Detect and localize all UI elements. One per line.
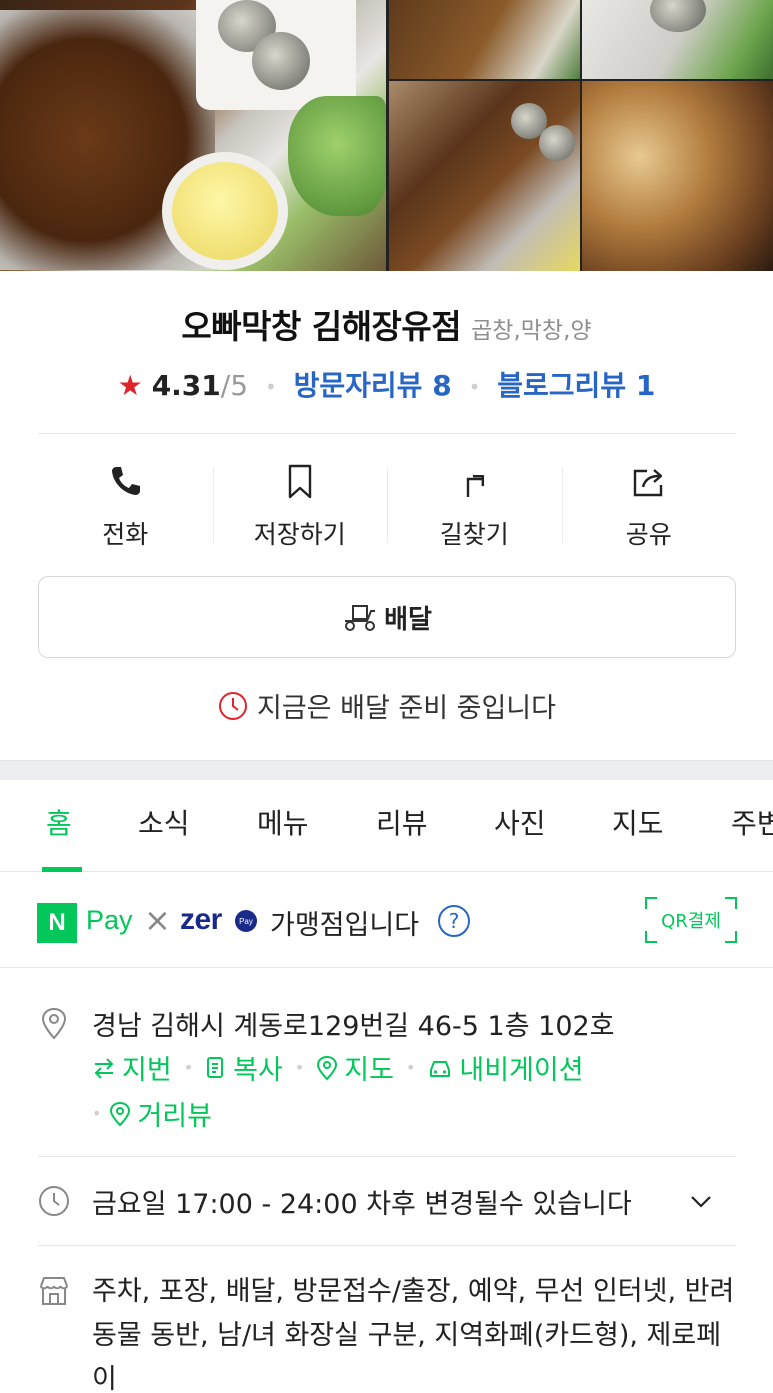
delivery-scooter-icon [345, 605, 376, 631]
help-icon[interactable]: ? [438, 905, 470, 937]
photo-riceball [539, 125, 575, 161]
copy-label: 복사 [233, 1055, 283, 1086]
jibun-label: 지번 [122, 1055, 172, 1086]
delivery-label: 배달 [384, 604, 432, 635]
car-icon [430, 1060, 451, 1077]
phone-icon [112, 467, 141, 495]
photo-riceball [252, 32, 310, 90]
address-links: 지번 • 복사 • 지도 • 내비게이션 [92, 1048, 584, 1087]
separator-dot: • [468, 375, 481, 399]
tab-menu[interactable]: 메뉴 [257, 802, 309, 842]
navigation-link[interactable]: 내비게이션 [427, 1048, 584, 1087]
address-links-row2: • 거리뷰 [92, 1094, 212, 1133]
rating-row: ★ 4.31/5 • 방문자리뷰 8 • 블로그리뷰 1 [0, 364, 773, 404]
tab-news[interactable]: 소식 [138, 802, 190, 842]
delivery-status-text: 지금은 배달 준비 중입니다 [257, 693, 556, 724]
bookmark-icon [288, 464, 311, 499]
qr-corner [645, 897, 657, 909]
streetview-link[interactable]: 거리뷰 [109, 1094, 212, 1133]
zeropay-logo: zer [180, 903, 222, 936]
store-icon [40, 1277, 68, 1305]
directions-button[interactable]: 길찾기 [387, 455, 562, 555]
npay-row: N Pay × zer Pay 가맹점입니다 ? QR결제 [0, 873, 773, 968]
separator-dot: • [294, 1058, 305, 1077]
delivery-button[interactable]: 배달 [38, 576, 736, 658]
divider [38, 433, 736, 434]
qr-corner [725, 897, 737, 909]
business-hours-text[interactable]: 금요일 17:00 - 24:00 차후 변경될수 있습니다 [92, 1182, 632, 1221]
active-tab-indicator [42, 867, 82, 872]
blog-reviews-link[interactable]: 블로그리뷰 1 [497, 369, 655, 402]
qr-payment-label: QR결제 [661, 911, 721, 932]
store-category: 곱창,막창,양 [471, 318, 592, 344]
section-divider [0, 760, 773, 780]
call-button[interactable]: 전화 [38, 455, 213, 555]
jibun-link[interactable]: 지번 [92, 1048, 172, 1087]
directions-label: 길찾기 [439, 520, 509, 549]
rating-value: 4.31 [151, 369, 221, 402]
zeropay-logo-icon: Pay [235, 910, 257, 932]
merchant-text: 가맹점입니다 [270, 910, 420, 941]
store-title-row: 오빠막창 김해장유점 곱창,막창,양 [0, 300, 773, 348]
photo-sauce [172, 162, 278, 260]
qr-payment-button[interactable]: QR결제 [645, 897, 737, 943]
navigation-label: 내비게이션 [459, 1055, 584, 1086]
save-label: 저장하기 [253, 520, 346, 549]
photo-riceball [650, 0, 706, 32]
photo-thumbnail[interactable] [582, 81, 773, 271]
tab-bar: 홈 소식 메뉴 리뷰 사진 지도 주변 [0, 780, 773, 872]
tab-map[interactable]: 지도 [612, 802, 664, 842]
chevron-down-icon[interactable] [688, 1188, 714, 1214]
store-name: 오빠막창 김해장유점 [181, 307, 462, 346]
copy-icon [207, 1056, 224, 1078]
separator-dot: • [405, 1058, 416, 1077]
photo-thumbnail[interactable] [389, 0, 580, 79]
streetview-label: 거리뷰 [137, 1101, 212, 1132]
tab-home[interactable]: 홈 [46, 802, 72, 842]
clock-icon [39, 1186, 69, 1216]
map-link[interactable]: 지도 [316, 1048, 394, 1087]
photo-lettuce [288, 96, 386, 216]
separator-dot: • [264, 375, 277, 399]
address-text: 경남 김해시 계동로129번길 46-5 1층 102호 [92, 1011, 615, 1042]
tab-reviews[interactable]: 리뷰 [376, 802, 428, 842]
clock-icon [219, 691, 247, 720]
swap-icon [94, 1057, 114, 1079]
location-pin-icon [41, 1007, 67, 1040]
streetview-pin-icon [110, 1101, 131, 1126]
share-icon [633, 469, 662, 497]
amenities-text: 주차, 포장, 배달, 방문접수/출장, 예약, 무선 인터넷, 반려동물 동반… [92, 1276, 735, 1393]
photo-thumbnail[interactable] [582, 0, 773, 79]
qr-corner [645, 931, 657, 943]
photo-gallery[interactable] [0, 0, 773, 271]
map-label: 지도 [344, 1055, 394, 1086]
save-button[interactable]: 저장하기 [212, 455, 388, 555]
tab-photos[interactable]: 사진 [494, 802, 546, 842]
action-bar: 전화 저장하기 길찾기 공유 [38, 455, 736, 555]
tab-nearby[interactable]: 주변 [731, 802, 773, 842]
photo-thumbnail[interactable] [389, 81, 580, 271]
share-label: 공유 [625, 520, 672, 549]
rating-max: /5 [220, 369, 249, 402]
delivery-status: 지금은 배달 준비 중입니다 [0, 686, 773, 725]
times-sign: × [144, 901, 171, 939]
call-label: 전화 [102, 520, 149, 549]
main-photo[interactable] [0, 0, 386, 271]
divider [38, 1245, 736, 1246]
share-button[interactable]: 공유 [561, 455, 737, 555]
directions-icon [467, 474, 485, 497]
separator-dot: • [183, 1058, 194, 1077]
visitor-reviews-link[interactable]: 방문자리뷰 8 [294, 369, 452, 402]
map-pin-icon [317, 1055, 338, 1080]
divider [38, 1156, 736, 1157]
star-icon: ★ [117, 369, 143, 402]
separator-dot: • [92, 1104, 102, 1123]
npay-pay-text: Pay [86, 905, 133, 935]
copy-link[interactable]: 복사 [205, 1048, 283, 1087]
npay-logo-icon: N [37, 903, 77, 943]
qr-corner [725, 931, 737, 943]
